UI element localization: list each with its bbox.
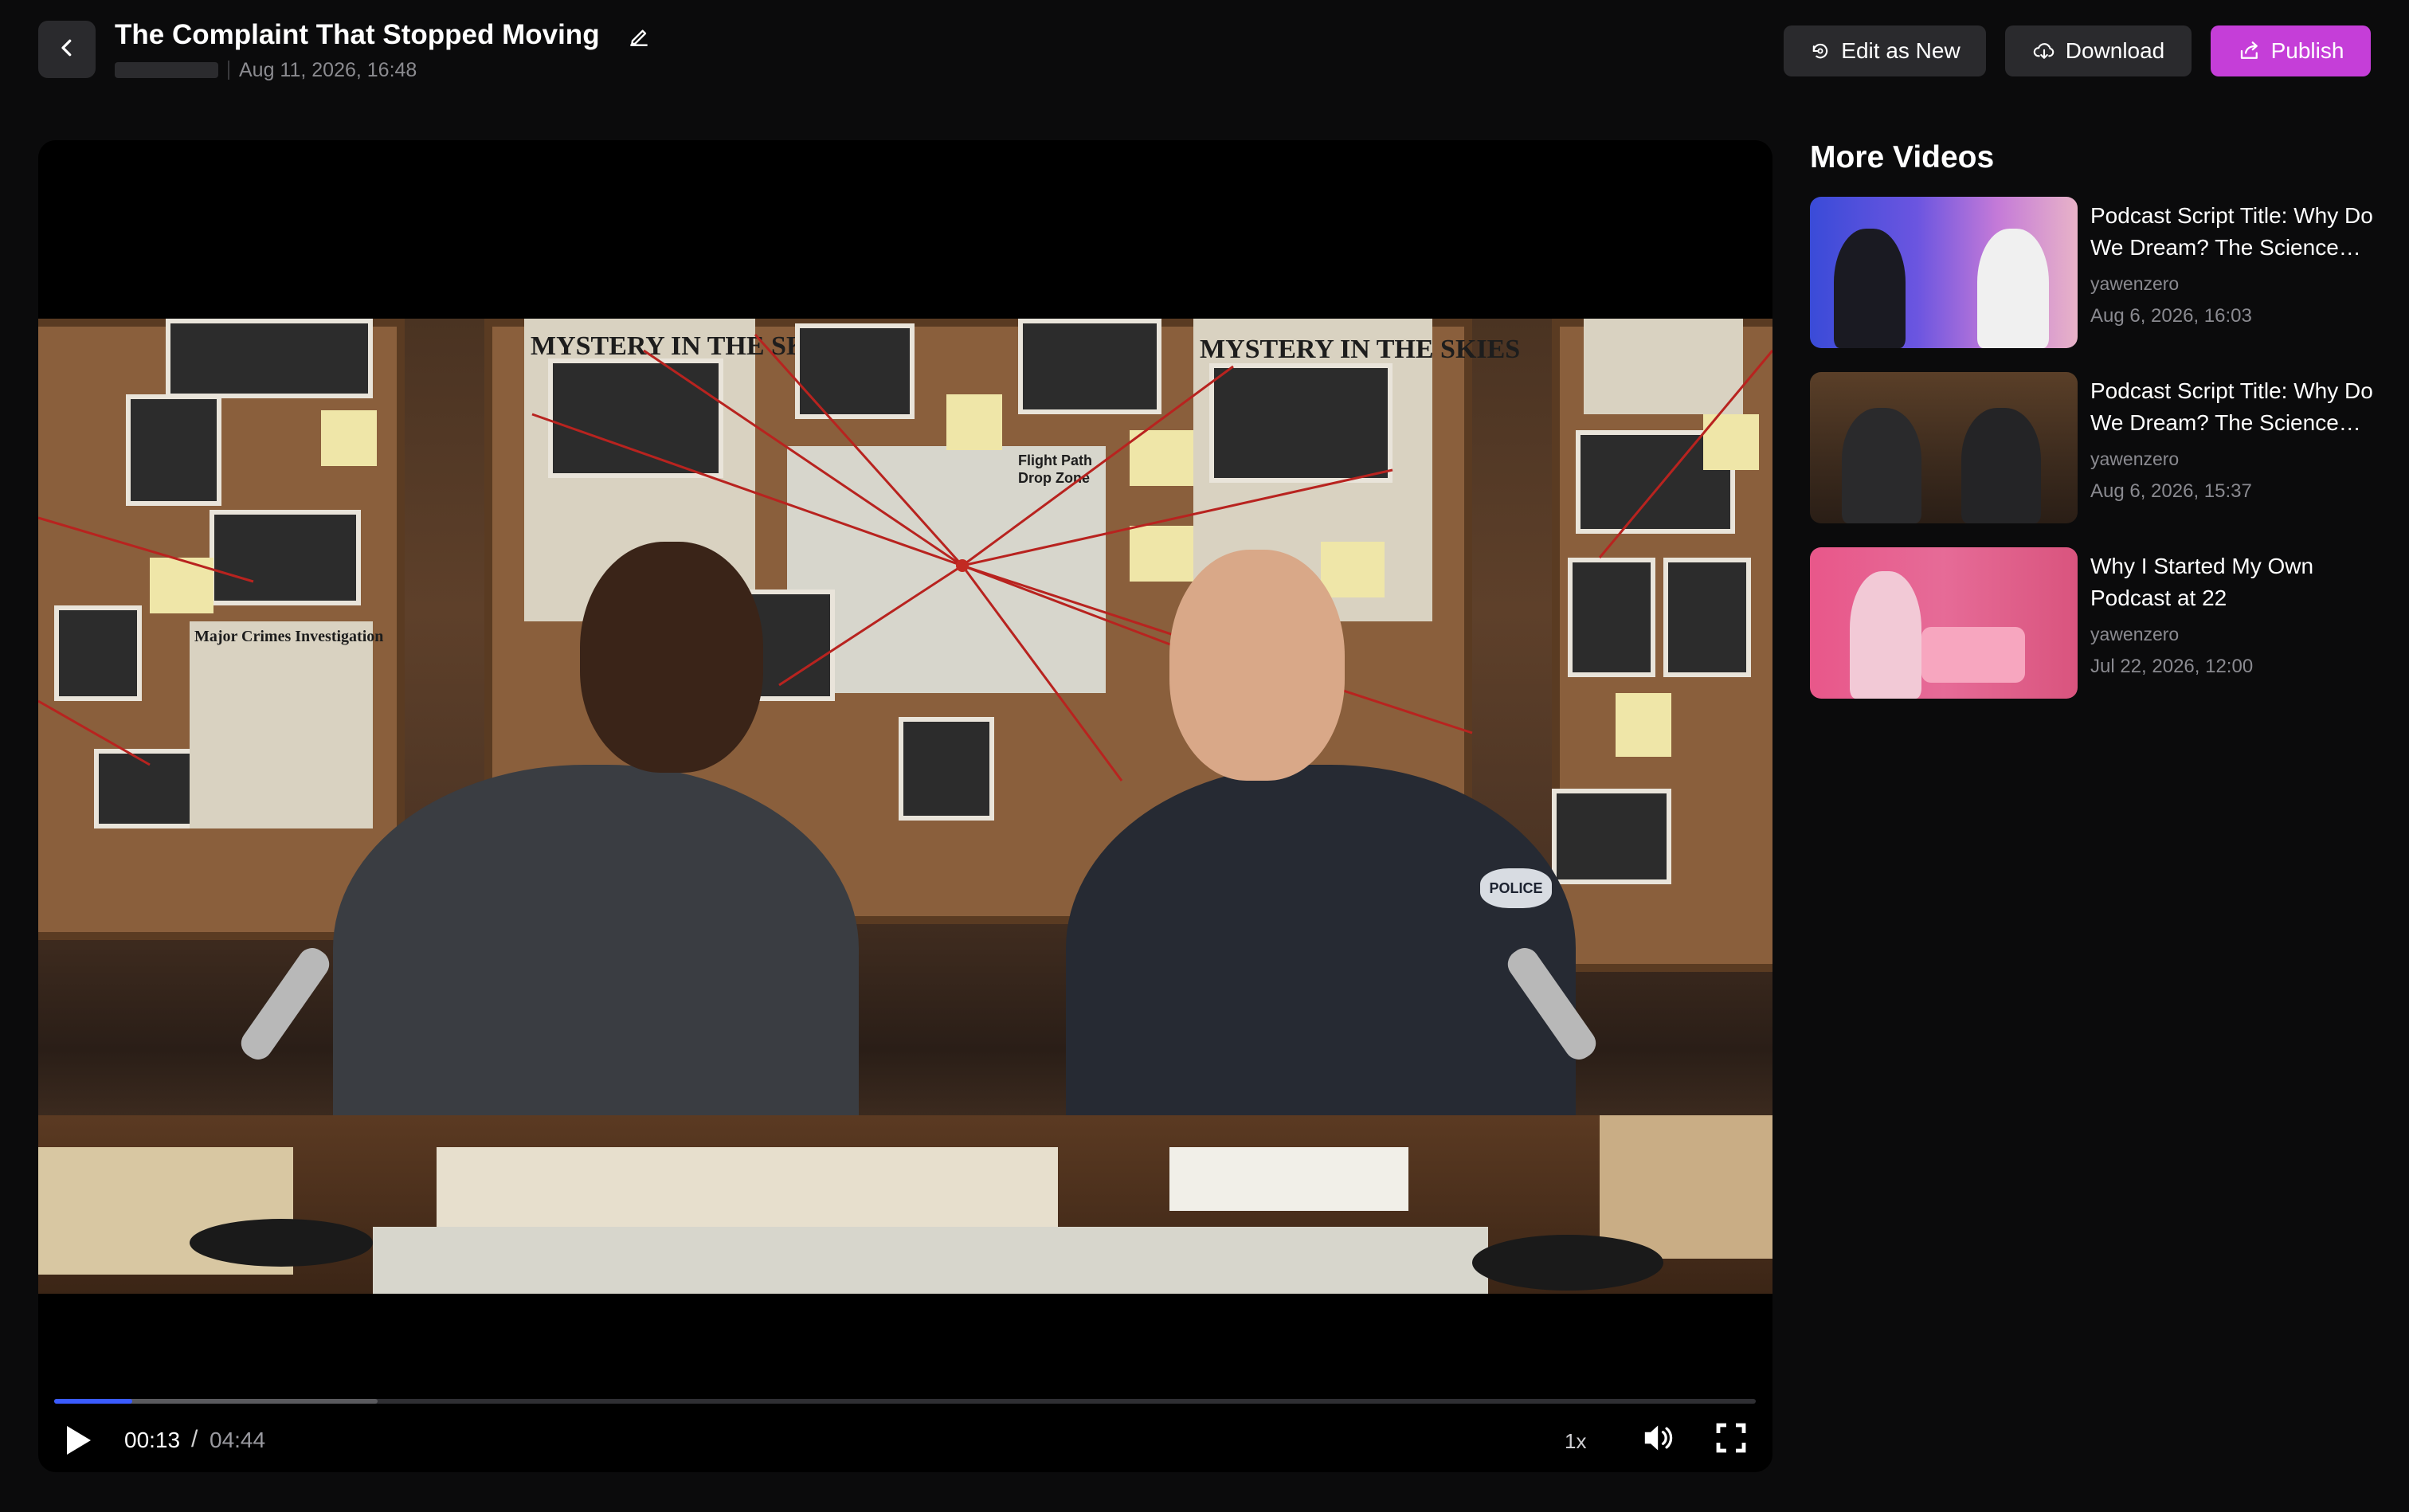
man-head <box>580 542 763 773</box>
video-title: Podcast Script Title: Why Do We Dream? T… <box>2090 378 2373 435</box>
title-meta: Aug 11, 2026, 16:48 <box>115 58 417 82</box>
volume-button[interactable] <box>1639 1420 1679 1459</box>
play-icon <box>64 1424 92 1460</box>
host-figure <box>1850 571 1921 699</box>
video-frame[interactable]: MYSTERY IN THE SKIES MYSTERY IN THE SKIE… <box>38 319 1772 1294</box>
progress-bar[interactable] <box>54 1399 1756 1404</box>
video-author: yawenzero <box>2090 273 2180 294</box>
pencil-icon <box>626 24 652 53</box>
video-player[interactable]: MYSTERY IN THE SKIES MYSTERY IN THE SKIE… <box>38 140 1772 1472</box>
video-card[interactable]: Why I Started My Own Podcast at 22 yawen… <box>1810 547 2384 699</box>
progress-played <box>54 1399 133 1404</box>
open-folder <box>437 1147 1058 1227</box>
video-thumbnail[interactable] <box>1810 197 2078 348</box>
video-date: Aug 6, 2026, 16:03 <box>2090 305 2252 327</box>
video-author: yawenzero <box>2090 449 2180 469</box>
video-thumbnail[interactable] <box>1810 547 2078 699</box>
host-figure <box>1834 229 1906 348</box>
volume-icon <box>1642 1422 1677 1458</box>
meta-divider <box>228 61 229 80</box>
video-date: Aug 6, 2026, 15:37 <box>2090 480 2252 502</box>
redacted-author <box>115 62 218 78</box>
mic-stand-base <box>190 1219 373 1267</box>
woman-head <box>1169 550 1345 781</box>
playback-speed-button[interactable]: 1x <box>1565 1429 1586 1454</box>
created-date: Aug 11, 2026, 16:48 <box>239 58 417 81</box>
desk-prop <box>1921 627 2025 683</box>
edit-as-new-label: Edit as New <box>1841 38 1960 63</box>
file-stack <box>1600 1115 1772 1259</box>
guest-figure <box>1977 229 2049 348</box>
desk-map <box>373 1227 1488 1294</box>
video-card[interactable]: Podcast Script Title: Why Do We Dream? T… <box>1810 372 2384 523</box>
video-title: Why I Started My Own Podcast at 22 <box>2090 554 2314 610</box>
play-button[interactable] <box>59 1423 97 1461</box>
top-bar: The Complaint That Stopped Moving Aug 11… <box>0 0 2409 104</box>
fullscreen-button[interactable] <box>1711 1420 1751 1459</box>
download-button[interactable]: Download <box>2005 25 2192 76</box>
download-label: Download <box>2065 38 2165 63</box>
cloud-download-icon <box>2032 39 2056 63</box>
video-author: yawenzero <box>2090 624 2180 644</box>
chevron-left-icon <box>55 36 79 64</box>
publish-label: Publish <box>2270 38 2344 63</box>
edit-title-button[interactable] <box>623 22 655 54</box>
page-title: The Complaint That Stopped Moving <box>115 19 600 50</box>
video-thumbnail[interactable] <box>1810 372 2078 523</box>
video-title: Podcast Script Title: Why Do We Dream? T… <box>2090 203 2373 260</box>
more-videos-heading: More Videos <box>1810 140 1995 174</box>
woman-in-uniform <box>1066 765 1576 1147</box>
total-duration: 04:44 <box>210 1428 266 1452</box>
host-figure <box>1842 408 1921 523</box>
edit-as-new-button[interactable]: Edit as New <box>1784 25 1986 76</box>
notebook <box>1169 1147 1408 1211</box>
guest-figure <box>1961 408 2041 523</box>
mic-stand-base <box>1472 1235 1663 1291</box>
video-card[interactable]: Podcast Script Title: Why Do We Dream? T… <box>1810 197 2384 348</box>
refresh-icon <box>1809 40 1831 62</box>
share-icon <box>2238 39 2262 63</box>
publish-button[interactable]: Publish <box>2211 25 2371 76</box>
fullscreen-icon <box>1715 1422 1747 1458</box>
police-badge: POLICE <box>1480 868 1552 908</box>
video-date: Jul 22, 2026, 12:00 <box>2090 656 2254 677</box>
time-separator: / <box>191 1426 198 1452</box>
current-time: 00:13 <box>124 1428 181 1452</box>
man-in-shirt <box>333 765 859 1147</box>
back-button[interactable] <box>38 21 96 78</box>
